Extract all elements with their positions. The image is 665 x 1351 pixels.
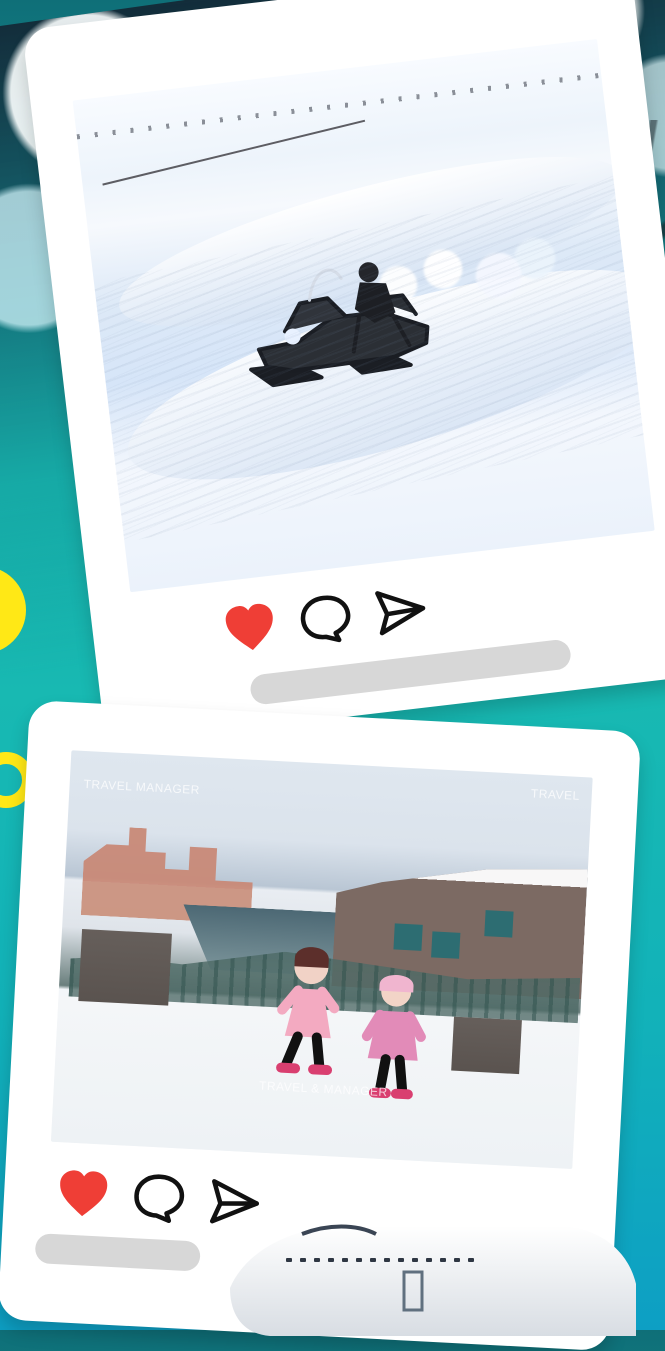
snow-ridge (105, 122, 637, 361)
child-left (276, 947, 340, 1076)
photo-watermark: TRAVEL MANAGER (83, 776, 201, 798)
post-card-top (22, 0, 665, 746)
snow-spray (349, 200, 573, 355)
post-actions-top (218, 579, 433, 661)
fence-line (102, 119, 366, 186)
comment-placeholder-bottom (34, 1233, 201, 1272)
send-icon[interactable] (369, 579, 433, 643)
snow-ridge (108, 227, 655, 523)
photo-watermark: TRAVEL (530, 786, 581, 803)
snowmobile-photo (72, 38, 655, 593)
canal-children-photo: TRAVEL MANAGER TRAVEL TRAVEL & MANAGER (50, 750, 593, 1170)
stone-pillar (451, 1016, 522, 1075)
comment-icon[interactable] (294, 587, 358, 651)
stone-pillar (78, 929, 172, 1006)
heart-icon[interactable] (218, 596, 282, 660)
comment-icon[interactable] (129, 1168, 190, 1229)
child-right (361, 975, 426, 1100)
airplane-image (230, 1224, 636, 1336)
snowmobile-image (249, 262, 430, 388)
heart-icon[interactable] (53, 1164, 114, 1225)
